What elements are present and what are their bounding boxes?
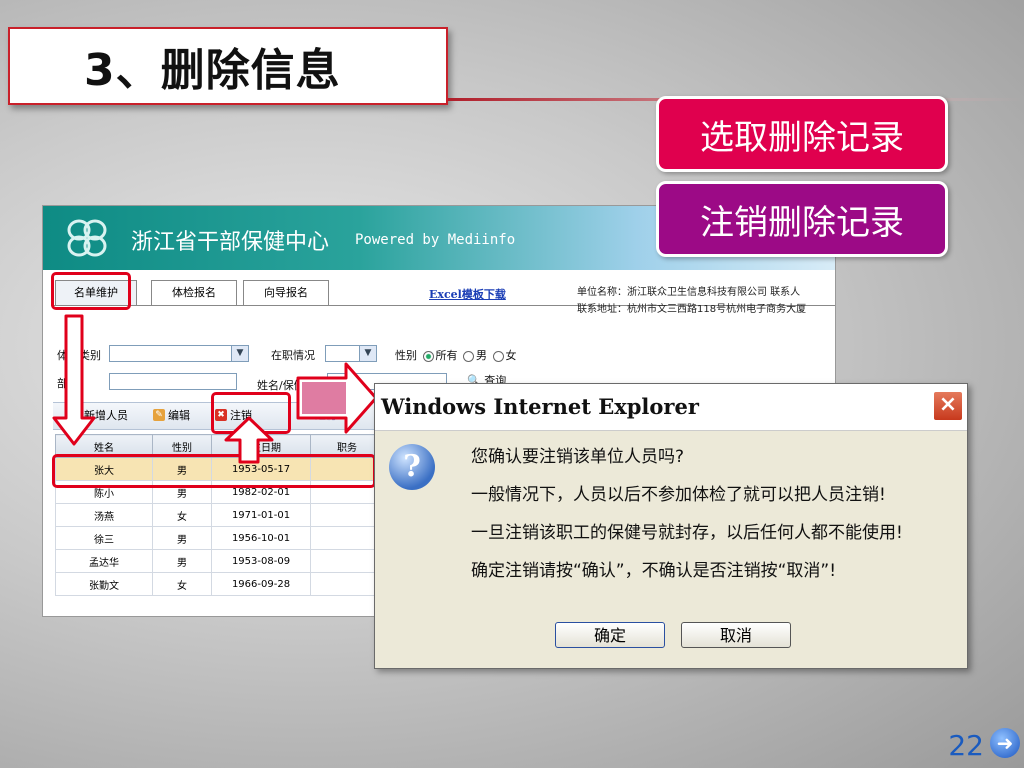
arrow-up-icon [224,416,274,464]
next-arrow-icon[interactable]: ➜ [990,728,1020,758]
dialog-message-4: 确定注销请按“确认”，不确认是否注销按“取消”! [471,561,837,581]
dialog-message-1: 您确认要注销该单位人员吗? [471,447,685,467]
page-number: 22 [948,729,984,762]
question-icon: ? [389,444,435,490]
confirm-dialog: Windows Internet Explorer × ? 您确认要注销该单位人… [374,383,968,669]
ok-button[interactable]: 确定 [555,622,665,648]
callout-cancel-record: 注销删除记录 [656,181,948,257]
dialog-message-3: 一旦注销该职工的保健号就封存，以后任何人都不能使用! [471,523,903,543]
callout-select-record: 选取删除记录 [656,96,948,172]
cancel-button[interactable]: 取消 [681,622,791,648]
close-icon[interactable]: × [933,391,963,421]
dialog-title: Windows Internet Explorer [381,394,699,419]
dialog-message-2: 一般情况下，人员以后不参加体检了就可以把人员注销! [471,485,886,505]
dialog-titlebar: Windows Internet Explorer × [375,384,967,431]
arrow-down-icon [52,314,96,446]
